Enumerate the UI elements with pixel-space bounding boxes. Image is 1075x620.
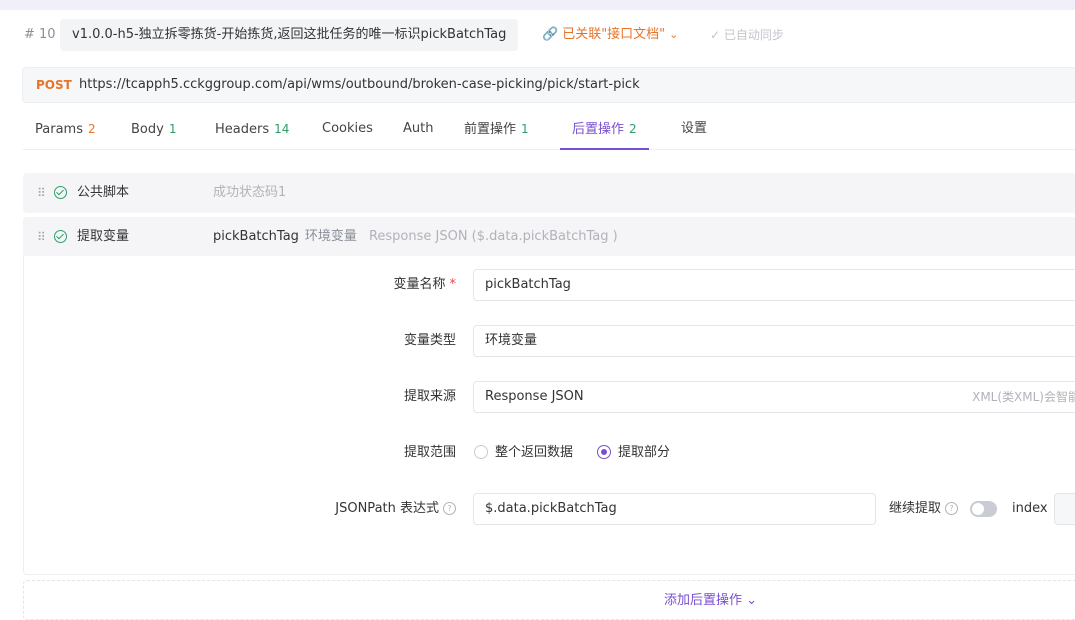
tab-count: 2 — [629, 122, 637, 136]
radio-selected-icon — [597, 444, 611, 459]
jsonpath-input[interactable]: $.data.pickBatchTag — [473, 493, 876, 525]
title-bar: # 10 v1.0.0-h5-独立拆零拣货-开始拣货,返回这批任务的唯一标识pi… — [0, 14, 1075, 56]
tab-label: 前置操作 — [464, 122, 517, 137]
radio-label: 提取部分 — [618, 445, 671, 460]
request-url[interactable]: https://tcapph5.cckggroup.com/api/wms/ou… — [79, 68, 640, 102]
index-label: index — [1012, 501, 1048, 516]
tab-body[interactable]: Body 1 — [131, 111, 176, 148]
drag-handle-icon[interactable]: ⠿ — [37, 185, 47, 201]
add-post-op-area[interactable] — [23, 580, 1075, 620]
case-index: # 10 — [24, 27, 56, 42]
linked-doc-label: 已关联"接口文档" — [562, 27, 666, 42]
continue-extract-toggle[interactable] — [970, 501, 997, 517]
radio-circle-icon — [474, 444, 488, 459]
continue-extract: 继续提取? — [889, 493, 959, 525]
source-label: 提取来源 — [403, 389, 456, 404]
jsonpath-label: JSONPath 表达式? — [335, 493, 456, 525]
tab-label: Params — [35, 122, 83, 137]
summary-var: pickBatchTag — [213, 229, 299, 244]
tab-cookies[interactable]: Cookies — [322, 111, 373, 148]
help-icon[interactable]: ? — [443, 502, 456, 515]
scope-label: 提取范围 — [403, 445, 456, 460]
tab-label: 后置操作 — [572, 122, 625, 137]
auto-sync-label: 已自动同步 — [723, 28, 784, 42]
tab-label: Body — [131, 122, 164, 137]
var-name-label: 变量名称 * — [393, 269, 456, 301]
var-name-label-text: 变量名称 — [393, 277, 446, 292]
post-op-summary: pickBatchTag 环境变量 Response JSON ($.data.pi… — [213, 217, 618, 257]
index-input[interactable] — [1054, 493, 1075, 525]
post-op-row-extract-var[interactable]: ⠿ 提取变量 pickBatchTag 环境变量 Response JSON ($.… — [23, 217, 1075, 257]
scope-radio-whole[interactable]: 整个返回数据 — [474, 444, 574, 461]
post-op-name: 提取变量 — [77, 229, 130, 244]
case-title[interactable]: v1.0.0-h5-独立拆零拣货-开始拣货,返回这批任务的唯一标识pickBat… — [60, 19, 519, 51]
var-type-select[interactable]: 环境变量 — [473, 325, 1075, 357]
help-icon[interactable]: ? — [945, 502, 959, 515]
tab-pre-ops[interactable]: 前置操作 1 — [464, 111, 529, 148]
required-mark: * — [449, 277, 457, 292]
tab-headers[interactable]: Headers 14 — [215, 111, 289, 148]
enabled-check-icon[interactable] — [54, 230, 67, 243]
url-bar[interactable]: POST https://tcapph5.cckggroup.com/api/w… — [22, 67, 1075, 103]
enabled-check-icon[interactable] — [54, 186, 67, 199]
top-strip — [0, 0, 1075, 10]
post-op-name: 公共脚本 — [77, 185, 130, 200]
source-select[interactable]: Response JSON XML(类XML)会智能转 — [473, 381, 1075, 413]
var-type-label: 变量类型 — [403, 333, 456, 348]
tab-post-ops[interactable]: 后置操作 2 — [560, 111, 649, 150]
var-name-input[interactable]: pickBatchTag — [473, 269, 1075, 301]
add-post-op-label: 添加后置操作 — [664, 593, 743, 608]
chevron-down-icon: ⌄ — [669, 28, 679, 41]
summary-type: 环境变量 — [304, 229, 357, 244]
request-tabs: Params 2 Body 1 Headers 14 Cookies Auth 前置操… — [23, 111, 1075, 150]
drag-handle-icon[interactable]: ⠿ — [37, 229, 47, 245]
tab-count: 1 — [168, 122, 177, 136]
tab-label: Cookies — [322, 121, 373, 136]
tab-settings[interactable]: 设置 — [681, 111, 707, 148]
scope-radio-partial[interactable]: 提取部分 — [597, 444, 671, 461]
tab-params[interactable]: Params 2 — [35, 111, 96, 148]
auto-sync-status: ✓ 已自动同步 — [710, 14, 784, 56]
tab-count: 2 — [87, 122, 96, 136]
tab-label: Headers — [215, 122, 270, 137]
post-op-row-public-script[interactable]: ⠿ 公共脚本 成功状态码1 — [23, 173, 1075, 213]
radio-label: 整个返回数据 — [495, 445, 574, 460]
source-hint: XML(类XML)会智能转 — [972, 390, 1075, 404]
tab-label: Auth — [403, 121, 434, 136]
post-op-desc: 成功状态码1 — [213, 185, 287, 200]
link-icon: 🔗 — [542, 27, 559, 42]
jsonpath-label-text: JSONPath 表达式 — [335, 501, 439, 516]
http-method[interactable]: POST — [36, 68, 72, 102]
tab-count: 1 — [521, 122, 529, 136]
tab-auth[interactable]: Auth — [403, 111, 433, 148]
extract-var-panel — [23, 256, 1075, 575]
tab-count: 14 — [274, 122, 290, 136]
tab-label: 设置 — [681, 121, 708, 136]
summary-source: Response JSON ($.data.pickBatchTag ) — [368, 229, 618, 244]
source-value: Response JSON — [485, 389, 584, 404]
check-icon: ✓ — [710, 28, 724, 42]
chevron-down-icon: ⌄ — [742, 593, 758, 608]
linked-doc-dropdown[interactable]: 🔗 已关联"接口文档" ⌄ — [542, 14, 678, 56]
continue-label: 继续提取 — [889, 501, 942, 516]
